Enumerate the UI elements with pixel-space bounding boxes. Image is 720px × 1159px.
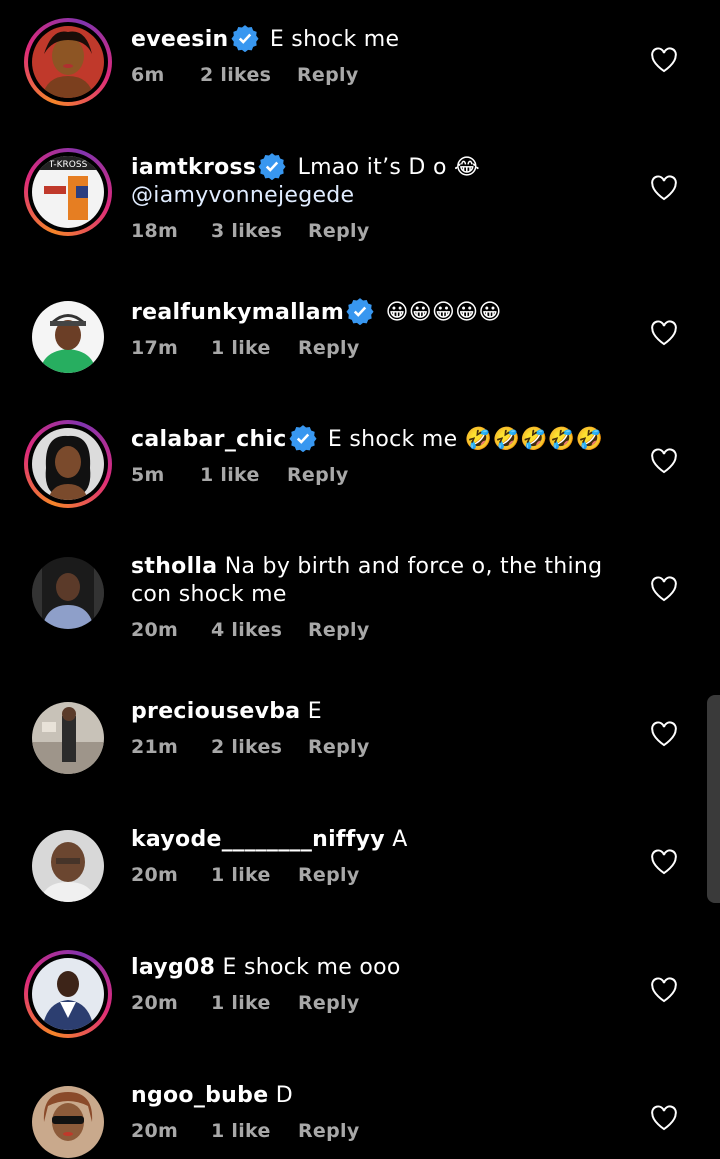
comment-time: 18m	[131, 220, 179, 242]
comment-meta: 20m 1 like Reply	[131, 1120, 631, 1142]
verified-badge-icon	[346, 297, 374, 326]
comment-mention[interactable]: @iamyvonnejegede	[131, 183, 354, 208]
comment-meta: 18m 3 likes Reply	[131, 220, 631, 242]
avatar-photo	[32, 702, 104, 774]
comment-meta: 17m 1 like Reply	[131, 337, 631, 359]
laughing-emoji: 😂	[454, 155, 481, 180]
comment-body: ngoo_bube D 20m 1 like Reply	[131, 1082, 631, 1142]
avatar-photo	[32, 557, 104, 629]
comment-username[interactable]: preciousevba	[131, 699, 300, 724]
comment-likes[interactable]: 1 like	[211, 992, 298, 1014]
avatar[interactable]	[32, 557, 104, 629]
comment-username[interactable]: layg08	[131, 955, 215, 980]
comment-meta: 21m 2 likes Reply	[131, 736, 631, 758]
comment-username[interactable]: ngoo_bube	[131, 1083, 268, 1108]
avatar[interactable]	[32, 702, 104, 774]
reply-button[interactable]: Reply	[287, 464, 349, 486]
heart-outline-icon[interactable]	[650, 977, 678, 1003]
reply-button[interactable]: Reply	[297, 64, 359, 86]
heart-outline-icon[interactable]	[650, 1105, 678, 1131]
comment-username[interactable]: iamtkross	[131, 155, 256, 180]
comment-body: eveesin E shock me 6m 2 likes Reply	[131, 24, 631, 86]
comment-text: A	[392, 827, 408, 852]
avatar-photo: T-KROSS	[32, 156, 104, 228]
avatar[interactable]	[32, 830, 104, 902]
comment-username[interactable]: kayode________niffyy	[131, 827, 385, 852]
verified-badge-icon	[289, 424, 317, 453]
comment-likes[interactable]: 4 likes	[211, 619, 308, 641]
verified-badge-icon	[230, 24, 259, 53]
heart-outline-icon[interactable]	[650, 576, 678, 602]
rolling-laughing-emoji: 🤣🤣🤣🤣🤣	[464, 427, 604, 452]
reply-button[interactable]: Reply	[308, 736, 370, 758]
comment-body: calabar_chic E shock me 🤣🤣🤣🤣🤣 5m 1 like …	[131, 424, 631, 486]
comment-likes[interactable]: 2 likes	[211, 736, 308, 758]
comment-time: 20m	[131, 619, 179, 641]
avatar-photo	[32, 26, 104, 98]
heart-outline-icon[interactable]	[650, 47, 678, 73]
reply-button[interactable]: Reply	[308, 220, 370, 242]
comment-time: 21m	[131, 736, 179, 758]
heart-outline-icon[interactable]	[650, 448, 678, 474]
comment-likes[interactable]: 1 like	[200, 464, 287, 486]
comment-text: E	[307, 699, 322, 724]
comment-body: iamtkross Lmao it’s D o 😂 @iamyvonnejege…	[131, 152, 631, 242]
comment-username[interactable]: eveesin	[131, 27, 229, 52]
avatar-photo	[32, 1086, 104, 1158]
comment-username[interactable]: calabar_chic	[131, 427, 287, 452]
comment-likes[interactable]: 1 like	[211, 337, 298, 359]
comment-meta: 6m 2 likes Reply	[131, 64, 631, 86]
avatar-label: T-KROSS	[48, 160, 88, 170]
comment-body: layg08 E shock me ooo 20m 1 like Reply	[131, 954, 631, 1014]
comment-time: 20m	[131, 864, 179, 886]
comment-text: Lmao it’s D o	[297, 155, 447, 180]
avatar[interactable]	[24, 18, 112, 106]
comment-time: 6m	[131, 64, 165, 86]
avatar[interactable]	[32, 301, 104, 373]
avatar-photo	[32, 958, 104, 1030]
reply-button[interactable]: Reply	[298, 337, 360, 359]
comment-meta: 20m 4 likes Reply	[131, 619, 631, 641]
comment-likes[interactable]: 3 likes	[211, 220, 308, 242]
comment-time: 5m	[131, 464, 165, 486]
comment-body: realfunkymallam 😀😀😀😀😀 17m 1 like Reply	[131, 297, 631, 359]
comment-text: E shock me ooo	[222, 955, 401, 980]
comment-body: preciousevba E 21m 2 likes Reply	[131, 698, 631, 758]
avatar-photo	[32, 428, 104, 500]
comment-likes[interactable]: 1 like	[211, 864, 298, 886]
heart-outline-icon[interactable]	[650, 849, 678, 875]
comment-time: 20m	[131, 992, 179, 1014]
comment-time: 17m	[131, 337, 179, 359]
grinning-emoji: 😀😀😀😀😀	[385, 300, 502, 325]
comment-text: D	[275, 1083, 293, 1108]
reply-button[interactable]: Reply	[298, 864, 360, 886]
verified-badge-icon	[258, 152, 286, 181]
reply-button[interactable]: Reply	[298, 992, 360, 1014]
comment-body: stholla Na by birth and force o, the thi…	[131, 553, 631, 641]
comment-meta: 20m 1 like Reply	[131, 992, 631, 1014]
avatar[interactable]: T-KROSS	[24, 148, 112, 236]
avatar[interactable]	[24, 420, 112, 508]
reply-button[interactable]: Reply	[298, 1120, 360, 1142]
comment-likes[interactable]: 2 likes	[200, 64, 297, 86]
comment-text: E shock me	[327, 427, 458, 452]
comments-list: eveesin E shock me 6m 2 likes Reply T-KR…	[0, 0, 720, 1159]
scrollbar-thumb[interactable]	[707, 695, 720, 903]
comment-username[interactable]: realfunkymallam	[131, 300, 344, 325]
heart-outline-icon[interactable]	[650, 320, 678, 346]
comment-meta: 5m 1 like Reply	[131, 464, 631, 486]
comment-text: E shock me	[269, 27, 400, 52]
avatar[interactable]	[32, 1086, 104, 1158]
avatar[interactable]	[24, 950, 112, 1038]
comment-body: kayode________niffyy A 20m 1 like Reply	[131, 826, 631, 886]
comment-time: 20m	[131, 1120, 179, 1142]
comment-likes[interactable]: 1 like	[211, 1120, 298, 1142]
reply-button[interactable]: Reply	[308, 619, 370, 641]
comment-username[interactable]: stholla	[131, 554, 217, 579]
heart-outline-icon[interactable]	[650, 175, 678, 201]
comment-meta: 20m 1 like Reply	[131, 864, 631, 886]
avatar-photo	[32, 830, 104, 902]
heart-outline-icon[interactable]	[650, 721, 678, 747]
avatar-photo	[32, 301, 104, 373]
